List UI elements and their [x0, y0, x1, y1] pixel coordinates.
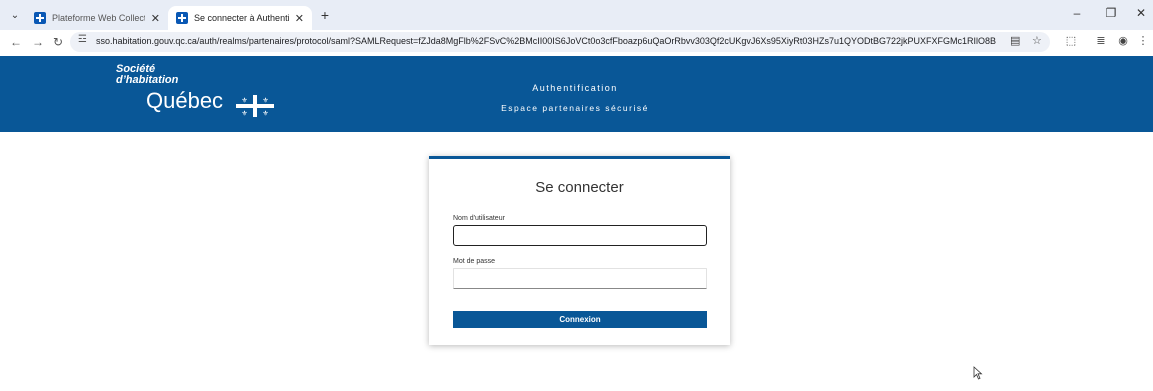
tab-search-icon[interactable]: ⌄ — [6, 7, 24, 25]
quebec-flag-icon: ⚜ ⚜ ⚜ ⚜ — [236, 95, 274, 117]
svg-text:⚜: ⚜ — [241, 110, 247, 118]
quebec-favicon-icon — [34, 12, 46, 24]
reading-list-icon[interactable]: ≣ — [1093, 34, 1109, 47]
back-icon[interactable]: ← — [8, 34, 24, 50]
url-text[interactable]: sso.habitation.gouv.qc.ca/auth/realms/pa… — [96, 36, 996, 46]
forward-icon[interactable]: → — [30, 34, 46, 50]
reload-icon[interactable]: ↻ — [50, 34, 66, 50]
tab-title: Se connecter à Authentification — [194, 13, 289, 23]
password-label: Mot de passe — [453, 258, 496, 265]
logo-line3: Québec — [146, 88, 224, 113]
browser-toolbar: ← → ↻ ☲ sso.habitation.gouv.qc.ca/auth/r… — [0, 30, 1153, 54]
minimize-icon[interactable]: – — [1067, 6, 1087, 20]
translate-icon[interactable]: ▤ — [1010, 34, 1020, 47]
menu-icon[interactable]: ⋮ — [1135, 34, 1151, 47]
close-icon[interactable]: ✕ — [151, 12, 160, 25]
svg-text:⚜: ⚜ — [262, 110, 268, 118]
browser-tabstrip: ⌄ Plateforme Web Collecte des dé ✕ Se co… — [0, 0, 1153, 30]
login-button[interactable]: Connexion — [453, 311, 707, 328]
extensions-icon[interactable]: ⬚ — [1063, 34, 1079, 47]
browser-tab-plateforme[interactable]: Plateforme Web Collecte des dé ✕ — [26, 6, 168, 30]
header-banner: Société d’habitation Québec ⚜ ⚜ ⚜ ⚜ Auth… — [0, 56, 1153, 132]
password-field[interactable] — [453, 268, 707, 289]
site-info-icon[interactable]: ☲ — [78, 34, 87, 45]
login-card: Se connecter Nom d'utilisateur Mot de pa… — [429, 156, 730, 345]
restore-icon[interactable]: ❐ — [1101, 6, 1121, 20]
bookmark-star-icon[interactable]: ☆ — [1032, 34, 1042, 47]
banner-subtitle: Espace partenaires sécurisé — [501, 103, 649, 113]
mouse-cursor-icon — [973, 366, 983, 380]
profile-icon[interactable]: ◉ — [1115, 34, 1131, 47]
logo-line2: d’habitation — [116, 74, 179, 86]
svg-text:⚜: ⚜ — [241, 97, 247, 105]
username-field[interactable] — [453, 225, 707, 246]
tab-title: Plateforme Web Collecte des dé — [52, 13, 145, 23]
login-title: Se connecter — [535, 179, 624, 196]
shq-logo[interactable]: Société d’habitation Québec ⚜ ⚜ ⚜ ⚜ — [116, 64, 286, 128]
browser-tab-se-connecter[interactable]: Se connecter à Authentification ✕ — [168, 6, 312, 30]
quebec-favicon-icon — [176, 12, 188, 24]
window-close-icon[interactable]: ✕ — [1131, 6, 1151, 20]
address-bar[interactable]: ☲ sso.habitation.gouv.qc.ca/auth/realms/… — [70, 32, 1050, 52]
new-tab-icon[interactable]: + — [317, 7, 333, 23]
banner-title: Authentification — [532, 83, 618, 93]
svg-text:⚜: ⚜ — [262, 97, 268, 105]
close-icon[interactable]: ✕ — [295, 12, 304, 25]
username-label: Nom d'utilisateur — [453, 215, 505, 222]
